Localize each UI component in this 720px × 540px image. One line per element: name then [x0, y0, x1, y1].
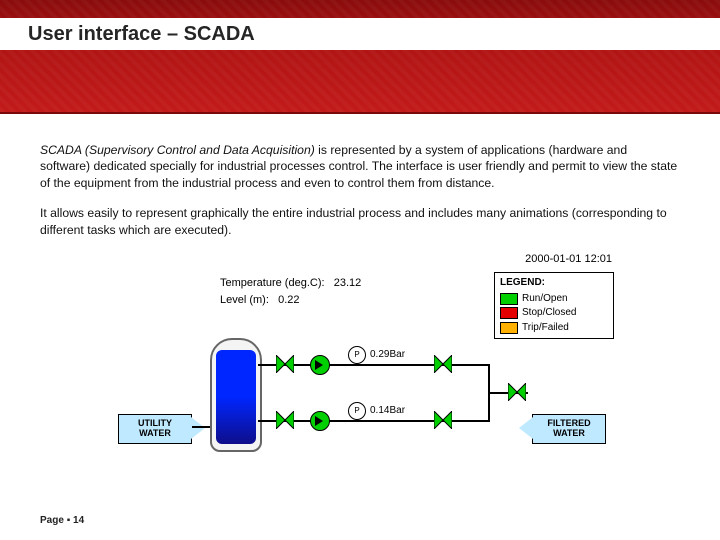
scada-acronym: SCADA (Supervisory Control and Data Acqu…: [40, 143, 315, 157]
legend-title: LEGEND:: [500, 276, 608, 290]
body-text: SCADA (Supervisory Control and Data Acqu…: [0, 114, 720, 472]
legend-label-stop: Stop/Closed: [522, 306, 576, 320]
tank-icon: [210, 338, 262, 452]
valve-bottom-1-icon: [276, 411, 294, 429]
paragraph-1: SCADA (Supervisory Control and Data Acqu…: [40, 142, 680, 191]
swatch-red-icon: [500, 307, 518, 319]
timestamp: 2000-01-01 12:01: [525, 252, 612, 267]
legend-row-stop: Stop/Closed: [500, 306, 608, 320]
inlet-arrow: UTILITY WATER: [118, 414, 192, 444]
page-prefix: Page: [40, 515, 64, 526]
title-strip: User interface – SCADA: [0, 18, 720, 50]
pump-bottom-icon: [310, 411, 330, 431]
gauge-top-icon: P: [348, 346, 366, 364]
valve-outlet-icon: [508, 383, 526, 401]
valve-top-1-icon: [276, 355, 294, 373]
readouts: Temperature (deg.C): 23.12 Level (m): 0.…: [220, 276, 361, 310]
legend-label-trip: Trip/Failed: [522, 321, 569, 335]
page-sep: ▪: [67, 515, 71, 526]
level-label: Level (m):: [220, 294, 269, 306]
legend-row-trip: Trip/Failed: [500, 321, 608, 335]
slide-title: User interface – SCADA: [0, 18, 720, 50]
pipe-in-lead: [192, 426, 210, 428]
header-banner: User interface – SCADA: [0, 0, 720, 114]
temperature-readout: Temperature (deg.C): 23.12: [220, 276, 361, 291]
level-readout: Level (m): 0.22: [220, 293, 361, 308]
valve-top-2-icon: [434, 355, 452, 373]
paragraph-2: It allows easily to represent graphicall…: [40, 205, 680, 238]
page-number: 14: [73, 515, 84, 526]
footer: Page ▪ 14: [40, 515, 84, 526]
legend-box: LEGEND: Run/Open Stop/Closed Trip/Failed: [494, 272, 614, 339]
gauge-bottom-icon: P: [348, 402, 366, 420]
swatch-green-icon: [500, 293, 518, 305]
tank-fill-icon: [216, 350, 256, 444]
legend-row-run: Run/Open: [500, 292, 608, 306]
outlet-arrow: FILTERED WATER: [532, 414, 606, 444]
temperature-value: 23.12: [334, 277, 362, 289]
level-value: 0.22: [278, 294, 299, 306]
swatch-amber-icon: [500, 322, 518, 334]
pressure-top-label: 0.29Bar: [370, 348, 405, 362]
pump-top-icon: [310, 355, 330, 375]
valve-bottom-2-icon: [434, 411, 452, 429]
inlet-label: UTILITY WATER: [138, 418, 172, 438]
legend-label-run: Run/Open: [522, 292, 568, 306]
temperature-label: Temperature (deg.C):: [220, 277, 325, 289]
pressure-bottom-label: 0.14Bar: [370, 404, 405, 418]
scada-diagram: 2000-01-01 12:01 Temperature (deg.C): 23…: [100, 252, 620, 472]
outlet-label: FILTERED WATER: [547, 418, 590, 438]
